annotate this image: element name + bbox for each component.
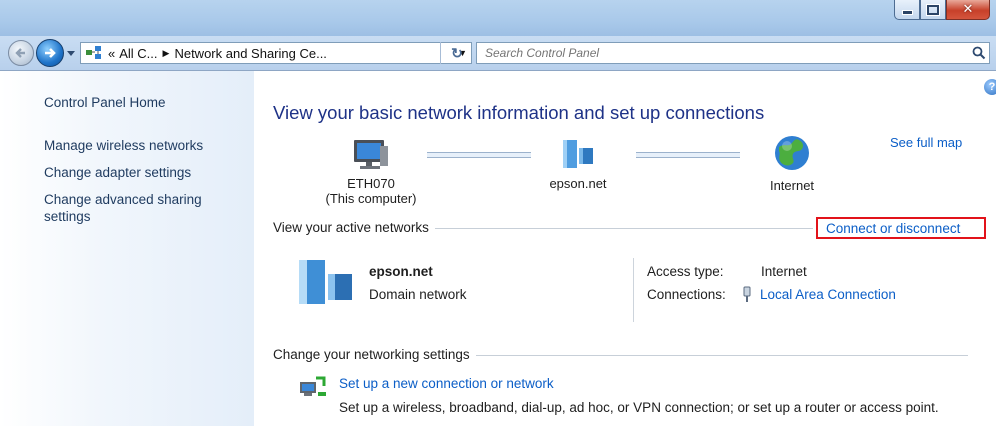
setup-connection-link[interactable]: Set up a new connection or network (339, 376, 554, 391)
breadcrumb-separator-icon[interactable]: ▶ (163, 48, 170, 59)
forward-arrow-icon (45, 48, 56, 58)
page-title: View your basic network information and … (273, 102, 765, 123)
help-icon[interactable]: ? (984, 79, 996, 95)
back-arrow-icon (15, 48, 25, 58)
map-computer[interactable]: ETH070 (This computer) (322, 136, 420, 206)
see-full-map-link[interactable]: See full map (890, 135, 962, 150)
minimize-icon (901, 9, 913, 15)
local-area-connection-link[interactable]: Local Area Connection (760, 287, 896, 302)
active-network-name: epson.net (369, 264, 433, 279)
title-bar: ✕ (0, 0, 996, 36)
forward-button[interactable] (36, 39, 64, 67)
new-connection-icon (300, 376, 326, 396)
map-internet[interactable]: Internet (752, 134, 832, 193)
setup-connection-description: Set up a wireless, broadband, dial-up, a… (339, 400, 939, 415)
computer-icon (354, 140, 388, 169)
access-type-value: Internet (761, 264, 807, 279)
access-type-label: Access type: (647, 264, 724, 279)
search-box[interactable] (476, 42, 990, 64)
domain-network-icon (299, 260, 352, 304)
connections-label: Connections: (647, 287, 726, 302)
vertical-divider (633, 258, 634, 322)
recent-pages-dropdown-icon[interactable] (66, 47, 76, 59)
minimize-button[interactable] (894, 0, 920, 20)
map-network[interactable]: epson.net (536, 136, 620, 191)
refresh-button[interactable]: ↻ (440, 42, 473, 64)
network-category: Domain network (369, 287, 467, 302)
address-chevron[interactable]: « (108, 46, 115, 61)
search-icon[interactable] (972, 46, 986, 60)
connect-or-disconnect-link[interactable]: Connect or disconnect (816, 217, 986, 239)
active-networks-header: View your active networks (273, 220, 435, 235)
network-icon (563, 140, 593, 168)
sidebar-item-advanced-sharing[interactable]: Change advanced sharing (44, 192, 202, 207)
sidebar-item-advanced-sharing-cont[interactable]: settings (44, 209, 91, 224)
sidebar-item-adapter-settings[interactable]: Change adapter settings (44, 165, 191, 180)
internet-label: Internet (769, 178, 815, 193)
globe-icon (775, 136, 809, 170)
sidebar-item-control-panel-home[interactable]: Control Panel Home (44, 95, 166, 110)
computer-sublabel: (This computer) (325, 191, 417, 206)
breadcrumb-all-control-panel[interactable]: All C... (119, 46, 157, 61)
refresh-icon: ↻ (451, 44, 463, 61)
map-connection-line (636, 152, 740, 158)
close-button[interactable]: ✕ (946, 0, 990, 20)
window-controls: ✕ (894, 0, 990, 22)
address-bar[interactable]: « All C... ▶ Network and Sharing Ce... ▼ (80, 42, 472, 64)
close-icon: ✕ (962, 2, 974, 17)
sidebar: Control Panel Home Manage wireless netwo… (0, 71, 254, 426)
search-input[interactable] (483, 45, 967, 61)
navigation-bar: « All C... ▶ Network and Sharing Ce... ▼… (0, 36, 996, 71)
maximize-icon (927, 4, 939, 15)
ethernet-cable-icon (743, 286, 751, 302)
map-connection-line (427, 152, 531, 158)
network-folder-icon (86, 46, 101, 59)
computer-name: ETH070 (347, 176, 395, 191)
breadcrumb-network-sharing[interactable]: Network and Sharing Ce... (174, 46, 326, 61)
sidebar-item-manage-wireless[interactable]: Manage wireless networks (44, 138, 203, 153)
maximize-button[interactable] (920, 0, 946, 20)
back-button[interactable] (8, 40, 34, 66)
network-name: epson.net (549, 176, 607, 191)
change-settings-header: Change your networking settings (273, 347, 476, 362)
